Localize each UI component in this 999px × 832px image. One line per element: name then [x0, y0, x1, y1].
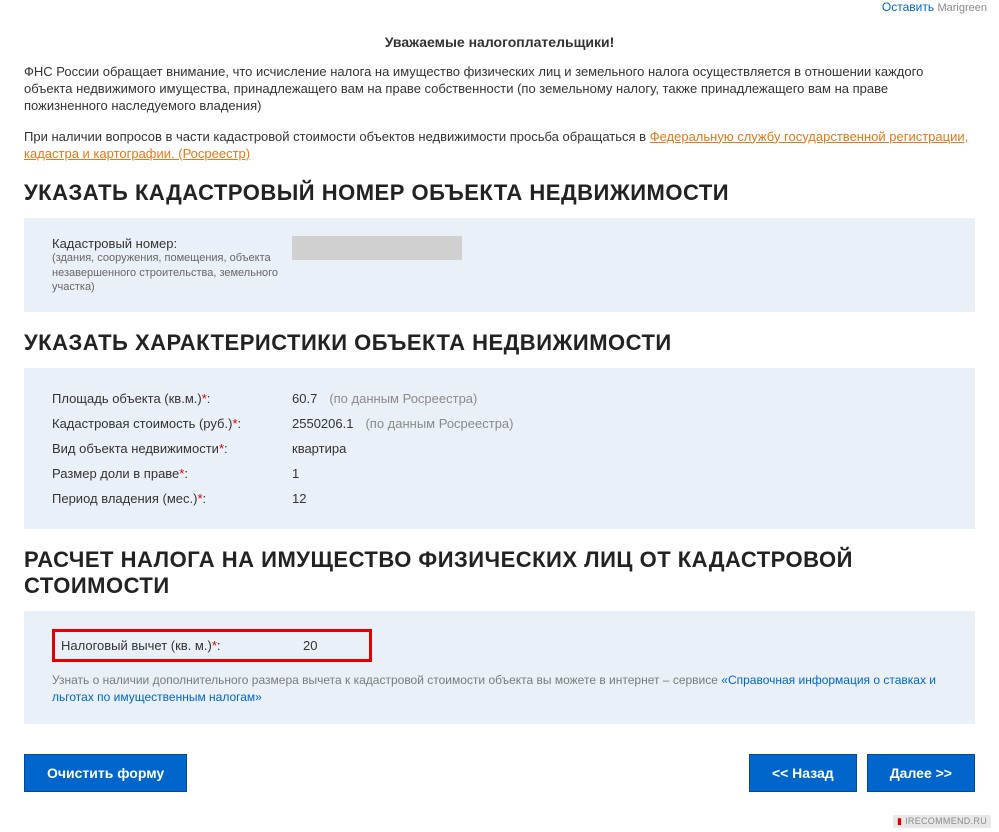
intro-paragraph-2: При наличии вопросов в части кадастровой…: [24, 129, 975, 163]
next-button[interactable]: Далее >>: [867, 754, 975, 792]
cost-value: 2550206.1: [292, 416, 353, 431]
cost-note: (по данным Росреестра): [365, 416, 513, 431]
watermark-text: IRECOMMEND.RU: [905, 816, 987, 826]
cadastral-number-label: Кадастровый номер:: [52, 236, 292, 251]
deduction-label: Налоговый вычет (кв. м.): [61, 638, 212, 653]
row-type: Вид объекта недвижимости*: квартира: [52, 436, 947, 461]
deduction-input[interactable]: [326, 634, 866, 664]
username-watermark: Marigreen: [937, 2, 987, 14]
cadastral-number-panel: Кадастровый номер: (здания, сооружения, …: [24, 218, 975, 312]
deduction-value-visible: 20: [283, 638, 317, 653]
cadastral-number-value-redacted: [292, 236, 462, 260]
cost-label: Кадастровая стоимость (руб.): [52, 416, 232, 431]
leave-review-link[interactable]: Оставить: [882, 0, 934, 14]
button-bar: Очистить форму << Назад Далее >>: [24, 754, 975, 792]
period-label: Период владения (мес.): [52, 491, 197, 506]
share-value: 1: [292, 466, 299, 481]
site-watermark: ▮ IRECOMMEND.RU: [893, 815, 991, 828]
share-label: Размер доли в праве: [52, 466, 179, 481]
intro-paragraph-1: ФНС России обращает внимание, что исчисл…: [24, 64, 975, 115]
section3-heading: РАСЧЕТ НАЛОГА НА ИМУЩЕСТВО ФИЗИЧЕСКИХ ЛИ…: [24, 547, 975, 599]
top-right-bar: Оставить Marigreen: [882, 0, 987, 14]
cadastral-number-hint: (здания, сооружения, помещения, объекта …: [52, 251, 292, 294]
deduction-info-prefix: Узнать о наличии дополнительного размера…: [52, 673, 721, 687]
deduction-info: Узнать о наличии дополнительного размера…: [52, 672, 947, 706]
page-container: Уважаемые налогоплательщики! ФНС России …: [0, 0, 999, 832]
area-value: 60.7: [292, 391, 317, 406]
tax-calc-panel: Налоговый вычет (кв. м.)*: 20 Узнать о н…: [24, 611, 975, 724]
clear-form-button[interactable]: Очистить форму: [24, 754, 187, 792]
section2-heading: УКАЗАТЬ ХАРАКТЕРИСТИКИ ОБЪЕКТА НЕДВИЖИМО…: [24, 330, 975, 356]
period-value: 12: [292, 491, 306, 506]
area-label: Площадь объекта (кв.м.): [52, 391, 202, 406]
row-share: Размер доли в праве*: 1: [52, 461, 947, 486]
characteristics-panel: Площадь объекта (кв.м.)*: 60.7 (по данны…: [24, 368, 975, 529]
type-label: Вид объекта недвижимости: [52, 441, 219, 456]
page-title: Уважаемые налогоплательщики!: [24, 34, 975, 50]
row-area: Площадь объекта (кв.м.)*: 60.7 (по данны…: [52, 386, 947, 411]
section1-heading: УКАЗАТЬ КАДАСТРОВЫЙ НОМЕР ОБЪЕКТА НЕДВИЖ…: [24, 180, 975, 206]
intro-p2-prefix: При наличии вопросов в части кадастровой…: [24, 129, 650, 144]
back-button[interactable]: << Назад: [749, 754, 857, 792]
watermark-bullet-icon: ▮: [897, 816, 902, 826]
type-value: квартира: [292, 441, 346, 456]
area-note: (по данным Росреестра): [329, 391, 477, 406]
row-period: Период владения (мес.)*: 12: [52, 486, 947, 511]
deduction-highlight: Налоговый вычет (кв. м.)*: 20: [52, 629, 372, 662]
row-cost: Кадастровая стоимость (руб.)*: 2550206.1…: [52, 411, 947, 436]
